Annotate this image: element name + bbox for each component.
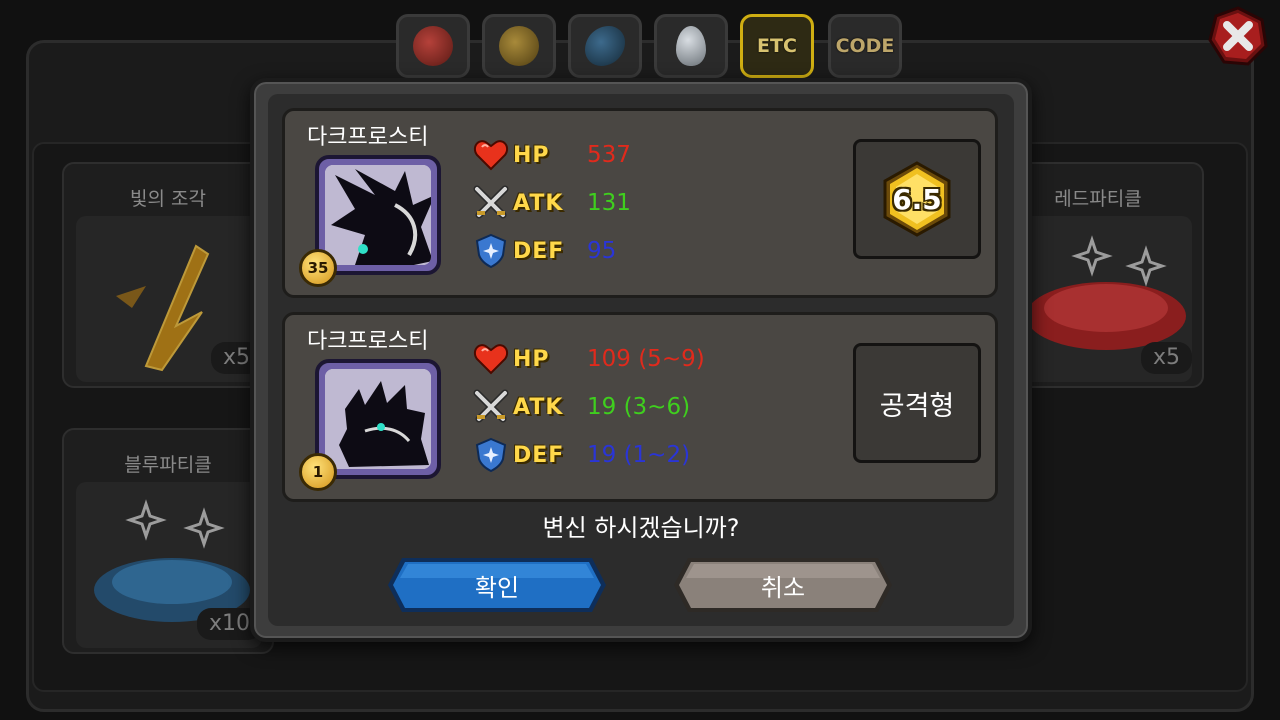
heart-icon bbox=[473, 137, 509, 173]
new-pet-panel: 다크프로스티 1 HP 109 (5~9) ATK 19 (3~6) DEF 1… bbox=[282, 312, 998, 502]
feather-icon bbox=[585, 26, 625, 66]
shield-icon bbox=[473, 233, 509, 269]
crossed-swords-icon bbox=[473, 389, 509, 425]
crossed-swords-icon bbox=[473, 185, 509, 221]
def-value: 95 bbox=[587, 238, 617, 264]
tab-etc-label: ETC bbox=[757, 35, 797, 57]
tab-code[interactable]: CODE bbox=[828, 14, 902, 78]
tab-fruit[interactable] bbox=[396, 14, 470, 78]
atk-value: 131 bbox=[587, 190, 631, 216]
hp-label: HP bbox=[513, 142, 550, 168]
heart-icon bbox=[473, 341, 509, 377]
item-title: 블루파티클 bbox=[124, 454, 212, 476]
shield-icon bbox=[473, 437, 509, 473]
hp-value: 537 bbox=[587, 142, 631, 168]
cancel-button[interactable]: 취소 bbox=[672, 556, 894, 614]
dark-frosty-pet-icon bbox=[325, 369, 431, 469]
hp-label: HP bbox=[513, 346, 550, 372]
hp-row: HP 109 (5~9) bbox=[473, 341, 705, 377]
grade-box: 6.5 bbox=[853, 139, 981, 259]
current-pet-panel: 다크프로스티 35 HP 537 ATK 131 DEF 95 6.5 bbox=[282, 108, 998, 298]
def-label: DEF bbox=[513, 238, 565, 264]
item-card-light-shard[interactable]: 빛의 조각 x5 bbox=[62, 162, 274, 388]
confirm-question: 변신 하시겠습니까? bbox=[542, 514, 740, 542]
atk-row: ATK 131 bbox=[473, 185, 631, 221]
fruit-icon bbox=[413, 26, 453, 66]
hp-value: 109 (5~9) bbox=[587, 346, 705, 372]
item-count: x5 bbox=[1140, 342, 1192, 374]
pet-type-box: 공격형 bbox=[853, 343, 981, 463]
grade-value: 6.5 bbox=[892, 182, 942, 216]
item-title: 빛의 조각 bbox=[130, 188, 206, 210]
pet-type-label: 공격형 bbox=[879, 390, 955, 422]
close-icon bbox=[1208, 6, 1268, 66]
confirm-button[interactable]: 확인 bbox=[386, 556, 608, 614]
cookie-icon bbox=[499, 26, 539, 66]
cancel-label: 취소 bbox=[760, 573, 806, 602]
atk-value: 19 (3~6) bbox=[587, 394, 691, 420]
tab-code-label: CODE bbox=[835, 35, 895, 57]
hp-row: HP 537 bbox=[473, 137, 631, 173]
tab-cookie[interactable] bbox=[482, 14, 556, 78]
atk-label: ATK bbox=[513, 190, 564, 216]
def-row: DEF 95 bbox=[473, 233, 616, 269]
close-button[interactable] bbox=[1208, 6, 1268, 66]
def-row: DEF 19 (1~2) bbox=[473, 437, 690, 473]
egg-icon bbox=[676, 26, 706, 66]
tab-egg[interactable] bbox=[654, 14, 728, 78]
tab-feather[interactable] bbox=[568, 14, 642, 78]
item-card-blue-particle[interactable]: 블루파티클 x10 bbox=[62, 428, 274, 654]
level-badge: 35 bbox=[299, 249, 337, 287]
dark-frosty-pet-icon bbox=[325, 165, 431, 265]
atk-label: ATK bbox=[513, 394, 564, 420]
pet-name: 다크프로스티 bbox=[307, 125, 429, 150]
pet-name: 다크프로스티 bbox=[307, 329, 429, 354]
atk-row: ATK 19 (3~6) bbox=[473, 389, 690, 425]
level-badge: 1 bbox=[299, 453, 337, 491]
def-value: 19 (1~2) bbox=[587, 442, 691, 468]
def-label: DEF bbox=[513, 442, 565, 468]
confirm-label: 확인 bbox=[474, 573, 520, 602]
tab-etc[interactable]: ETC bbox=[740, 14, 814, 78]
